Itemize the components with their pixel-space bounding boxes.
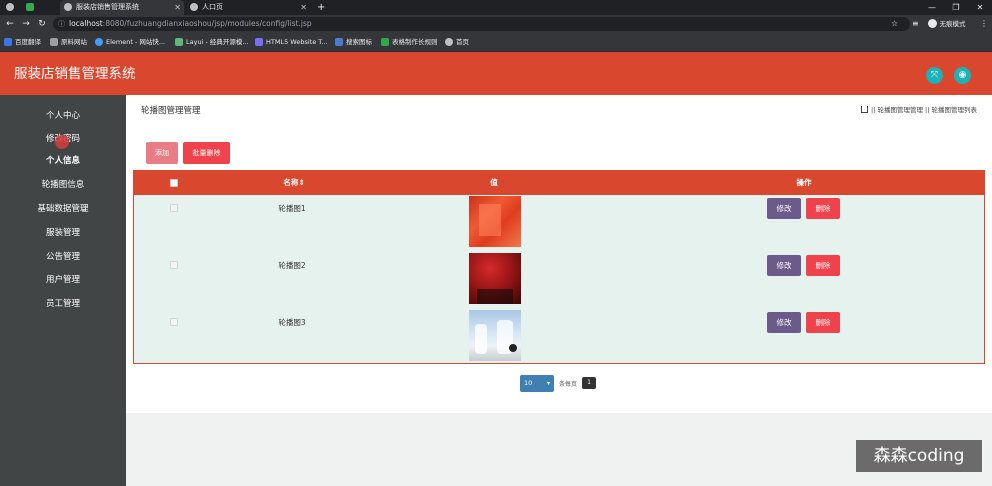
- sidebar-item-staff[interactable]: 员工管理: [0, 294, 126, 314]
- globe-icon: [190, 3, 198, 11]
- sidebar-item-personal-info[interactable]: 个人信息: [0, 151, 126, 171]
- browser-tab-strip: 服装店销售管理系统 ✕ 人口页 ✕ + — ❐ ✕: [0, 0, 992, 15]
- column-header-actions: 操作: [796, 178, 812, 187]
- bookmarks-bar: 百度翻译 原料网站 Element - 网站快... Layui - 经典开源模…: [0, 33, 992, 52]
- table-header: 名称⇕ 值 操作: [134, 171, 984, 195]
- app-header: 服装店销售管理系统 ⤧ ◉: [0, 52, 992, 95]
- per-page-label: 条每页: [559, 381, 578, 388]
- close-window-icon[interactable]: ✕: [968, 0, 992, 15]
- user-icon[interactable]: ◉: [954, 67, 971, 84]
- row-name: 轮播图1: [278, 204, 306, 213]
- edit-button[interactable]: 修改: [767, 312, 801, 333]
- page-size-select[interactable]: 10 ▾: [520, 375, 554, 392]
- bookmark-icon: [255, 38, 263, 46]
- bookmark-icon: [175, 38, 183, 46]
- row-checkbox[interactable]: [170, 261, 178, 269]
- carousel-thumbnail[interactable]: [469, 253, 521, 304]
- new-tab-button[interactable]: +: [313, 0, 327, 15]
- data-table: 名称⇕ 值 操作: [133, 170, 985, 364]
- sidebar-item-user[interactable]: 用户管理: [0, 270, 126, 290]
- back-icon[interactable]: ←: [3, 17, 17, 31]
- bookmark-icon: [95, 38, 103, 46]
- sidebar-item-carousel[interactable]: 轮播图信息: [0, 175, 126, 195]
- edit-button[interactable]: 修改: [767, 255, 801, 276]
- close-tab-icon[interactable]: ✕: [300, 0, 307, 15]
- globe-icon: [6, 3, 14, 11]
- delete-button[interactable]: 删除: [806, 312, 840, 333]
- reading-list-icon[interactable]: ≡: [912, 17, 919, 31]
- reload-icon[interactable]: ↻: [35, 17, 49, 31]
- delete-button[interactable]: 删除: [806, 255, 840, 276]
- sidebar-item-base-data[interactable]: 基础数据管理: [0, 199, 126, 219]
- incognito-icon: [928, 19, 937, 28]
- chevron-down-icon: ▾: [546, 380, 550, 387]
- info-icon: ⓘ: [58, 20, 65, 28]
- bookmark-item[interactable]: Element - 网站快...: [95, 33, 165, 52]
- bookmark-item[interactable]: HTML5 Website T...: [255, 33, 328, 52]
- sidebar-item-clothing[interactable]: 服装管理: [0, 223, 126, 243]
- browser-tab-active[interactable]: 服装店销售管理系统 ✕: [60, 0, 184, 15]
- carousel-thumbnail[interactable]: [469, 196, 521, 247]
- carousel-thumbnail[interactable]: [469, 310, 521, 361]
- row-checkbox[interactable]: [170, 318, 178, 326]
- page-number-button[interactable]: 1: [582, 377, 596, 389]
- bookmark-item[interactable]: Layui - 经典开源模...: [175, 33, 249, 52]
- page-title: 轮播图管理管理: [141, 106, 201, 116]
- expand-icon[interactable]: ⤧: [926, 67, 943, 84]
- profile-chip[interactable]: 无痕模式: [928, 17, 966, 31]
- browser-toolbar: ← → ↻ ⓘ localhost:8080/fuzhuangdianxiaos…: [0, 15, 992, 33]
- bookmark-item[interactable]: 搜索图标: [335, 33, 372, 52]
- restore-icon[interactable]: ❐: [944, 0, 968, 15]
- bookmark-icon: [381, 38, 389, 46]
- sidebar: 个人中心 修改密码 个人信息 轮播图信息 基础数据管理 服装管理 公告管理 用户…: [0, 95, 126, 486]
- select-all-checkbox[interactable]: [170, 179, 178, 187]
- column-header-name[interactable]: 名称⇕: [254, 171, 334, 195]
- add-button[interactable]: 添加: [146, 142, 178, 164]
- globe-icon: [64, 3, 72, 11]
- browser-tab-1[interactable]: [2, 0, 20, 15]
- video-watermark: 森森coding: [856, 440, 982, 472]
- forward-icon[interactable]: →: [19, 17, 33, 31]
- url-path: :8080/fuzhuangdianxiaoshou/jsp/modules/c…: [102, 19, 312, 28]
- address-bar[interactable]: ⓘ localhost:8080/fuzhuangdianxiaoshou/js…: [53, 17, 910, 31]
- profile-label: 无痕模式: [939, 20, 966, 28]
- row-name: 轮播图3: [278, 318, 306, 327]
- bookmark-item[interactable]: 表格制作长规则: [381, 33, 438, 52]
- row-name: 轮播图2: [278, 261, 306, 270]
- close-tab-icon[interactable]: ✕: [174, 0, 181, 15]
- sidebar-item-personal-center[interactable]: 个人中心: [0, 106, 126, 126]
- bookmark-icon: [335, 38, 343, 46]
- bookmark-icon: [445, 38, 453, 46]
- tab-title: 服装店销售管理系统: [76, 3, 139, 11]
- submenu-arrow-icon: ▸: [82, 206, 86, 214]
- column-header-value: 值: [490, 178, 498, 187]
- minimize-icon[interactable]: —: [920, 0, 944, 15]
- tab-title: 人口页: [202, 3, 223, 11]
- row-checkbox[interactable]: [170, 204, 178, 212]
- delete-button[interactable]: 删除: [806, 198, 840, 219]
- bookmark-item[interactable]: 百度翻译: [4, 33, 41, 52]
- breadcrumb: || 轮播图管理管理 || 轮播图管理列表: [861, 104, 977, 114]
- batch-delete-button[interactable]: 批量删除: [183, 142, 230, 164]
- bookmark-item[interactable]: 原料网站: [50, 33, 87, 52]
- bookmark-item[interactable]: 首页: [445, 33, 469, 52]
- app-title: 服装店销售管理系统: [14, 66, 136, 82]
- browser-tab-2[interactable]: [22, 0, 40, 15]
- sidebar-item-announcement[interactable]: 公告管理: [0, 247, 126, 267]
- edit-button[interactable]: 修改: [767, 198, 801, 219]
- bookmark-icon: [4, 38, 12, 46]
- url-host: localhost: [69, 19, 103, 28]
- star-icon[interactable]: ☆: [891, 17, 898, 31]
- menu-icon[interactable]: ⋮: [980, 17, 988, 31]
- bookmark-icon: [50, 38, 58, 46]
- home-icon[interactable]: [861, 106, 869, 113]
- mouse-cursor: [55, 135, 69, 149]
- app-icon: [26, 3, 34, 11]
- browser-tab-4[interactable]: 人口页 ✕: [186, 0, 310, 15]
